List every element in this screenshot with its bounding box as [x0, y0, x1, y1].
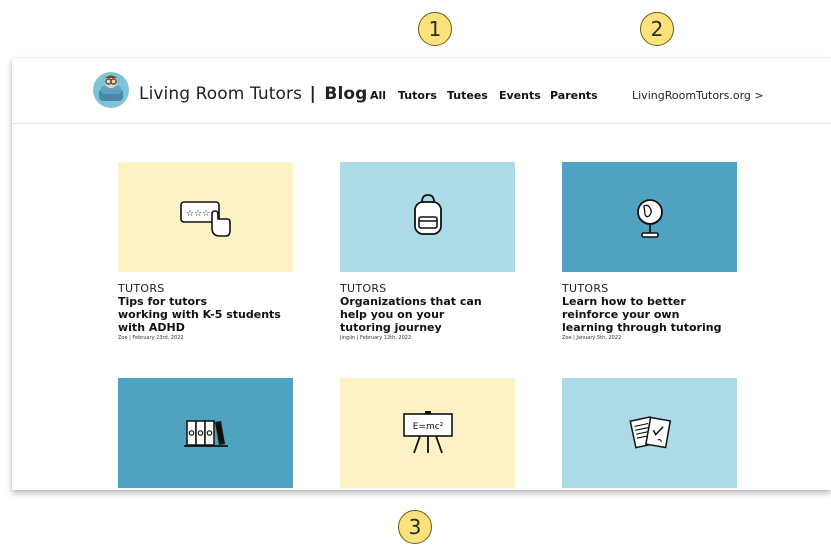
whiteboard-icon: E=mc²: [402, 411, 453, 454]
post-title[interactable]: Learn how to better reinforce your own l…: [562, 295, 737, 334]
brand-separator: |: [309, 84, 316, 104]
backpack-icon: [413, 194, 442, 235]
annotation-badge-2: 2: [640, 12, 674, 46]
post-card[interactable]: TUTORS Organizations that can help you o…: [340, 162, 515, 341]
rating-hand-icon: ☆☆☆: [179, 201, 231, 237]
nav-events[interactable]: Events: [499, 89, 541, 102]
annotation-badge-3: 3: [398, 510, 432, 544]
whiteboard-text: E=mc²: [412, 422, 443, 432]
globe-icon: [636, 199, 663, 238]
nav-tutees[interactable]: Tutees: [447, 89, 488, 102]
brand[interactable]: Living Room Tutors | Blog: [139, 84, 367, 104]
post-meta: Jinglin | February 12th, 2022: [340, 335, 412, 341]
papers-icon: [628, 416, 671, 449]
nav-all[interactable]: All: [370, 89, 386, 102]
brand-section: Blog: [324, 84, 368, 104]
post-title[interactable]: Tips for tutors working with K-5 student…: [118, 295, 293, 334]
post-meta: Zoe | January 5th, 2022: [562, 335, 622, 341]
post-card[interactable]: [562, 378, 737, 488]
binders-icon: [183, 420, 228, 447]
post-card[interactable]: [118, 378, 293, 488]
post-card[interactable]: TUTORS Learn how to better reinforce you…: [562, 162, 737, 341]
post-thumbnail[interactable]: E=mc²: [340, 378, 515, 488]
post-card[interactable]: E=mc²: [340, 378, 515, 488]
post-card[interactable]: ☆☆☆ TUTORS Tips for tutors working with …: [118, 162, 293, 341]
site-header: Living Room Tutors | Blog All Tutors Tut…: [12, 58, 831, 124]
post-thumbnail[interactable]: ☆☆☆: [118, 162, 293, 272]
post-thumbnail[interactable]: [340, 162, 515, 272]
post-category: TUTORS: [562, 282, 609, 295]
brand-name: Living Room Tutors: [139, 84, 303, 104]
post-thumbnail[interactable]: [118, 378, 293, 488]
nav-parents[interactable]: Parents: [550, 89, 598, 102]
nav-tutors[interactable]: Tutors: [398, 89, 437, 102]
browser-viewport: Living Room Tutors | Blog All Tutors Tut…: [12, 58, 831, 490]
svg-text:☆☆☆: ☆☆☆: [186, 209, 210, 219]
post-title[interactable]: Organizations that can help you on your …: [340, 295, 515, 334]
post-thumbnail[interactable]: [562, 378, 737, 488]
external-site-link[interactable]: LivingRoomTutors.org >: [632, 89, 764, 102]
logo-icon[interactable]: [92, 71, 130, 109]
annotation-badge-1: 1: [418, 12, 452, 46]
post-meta: Zoe | February 23rd, 2022: [118, 335, 184, 341]
post-category: TUTORS: [340, 282, 387, 295]
post-thumbnail[interactable]: [562, 162, 737, 272]
post-category: TUTORS: [118, 282, 165, 295]
